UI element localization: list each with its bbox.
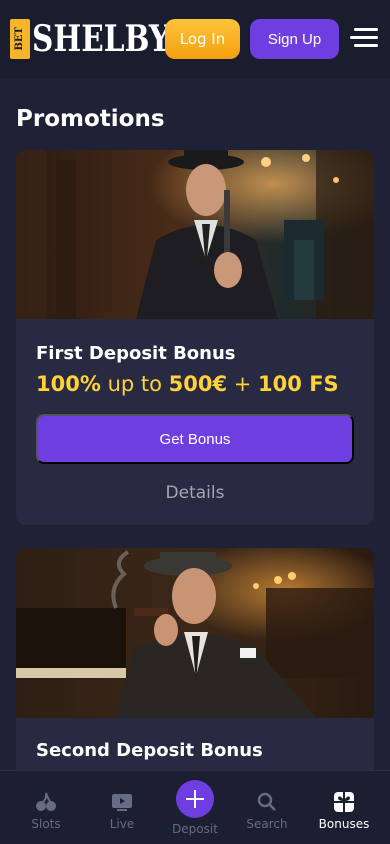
gift-icon xyxy=(333,791,355,813)
nav-label: Bonuses xyxy=(318,817,370,831)
bottom-navigation: Slots Live Deposit Search Bonuses xyxy=(0,770,390,844)
details-link[interactable]: Details xyxy=(16,483,374,503)
promo-offer: 100% up to 500€ + 100 FS xyxy=(36,372,339,396)
tv-play-icon xyxy=(111,791,133,813)
promo-title: First Deposit Bonus xyxy=(36,343,236,364)
page-title: Promotions xyxy=(16,106,165,132)
logo-badge: BET xyxy=(10,19,30,59)
plus-icon xyxy=(186,790,204,808)
promo-image-gangster-bar xyxy=(16,150,374,319)
nav-bonuses[interactable]: Bonuses xyxy=(309,771,379,844)
promo-card-first-deposit: First Deposit Bonus 100% up to 500€ + 10… xyxy=(16,150,374,525)
nav-label-deposit: Deposit xyxy=(172,822,218,836)
promo-title: Second Deposit Bonus xyxy=(36,740,263,761)
nav-search[interactable]: Search xyxy=(232,771,302,844)
login-button[interactable]: Log In xyxy=(165,19,240,59)
nav-label: Live xyxy=(109,817,135,831)
cherries-icon xyxy=(35,791,57,813)
get-bonus-button[interactable]: Get Bonus xyxy=(36,414,354,464)
logo-text: SHELBY xyxy=(32,18,170,60)
promo-image-gangster-pipe xyxy=(16,548,374,718)
nav-label: Slots xyxy=(31,817,61,831)
nav-live[interactable]: Live xyxy=(87,771,157,844)
promo-card-second-deposit: Second Deposit Bonus xyxy=(16,548,374,788)
nav-label: Search xyxy=(246,817,288,831)
nav-slots[interactable]: Slots xyxy=(11,771,81,844)
deposit-button[interactable] xyxy=(176,780,214,818)
search-icon xyxy=(257,791,277,813)
hamburger-icon[interactable] xyxy=(350,26,378,50)
signup-button[interactable]: Sign Up xyxy=(250,19,339,59)
